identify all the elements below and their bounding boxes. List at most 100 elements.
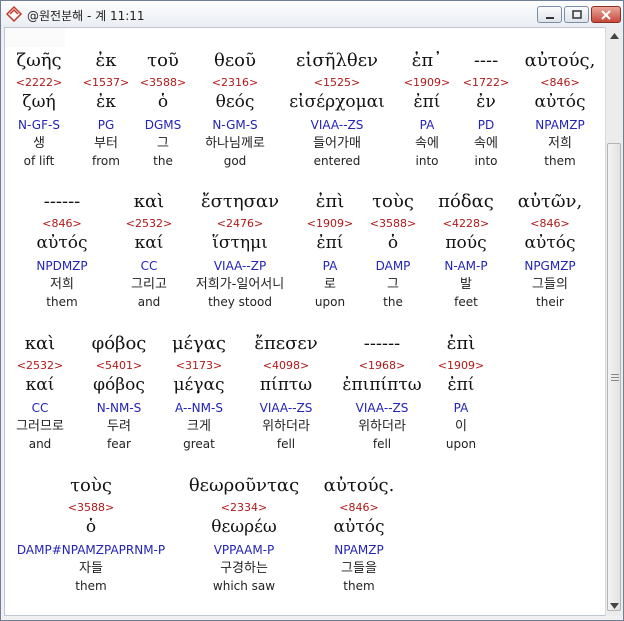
word-kor: 구경하는 <box>220 561 268 576</box>
word-eng: fell <box>276 437 296 451</box>
word-lemma: ζωή <box>22 92 56 112</box>
word-strong: <846> <box>42 217 82 230</box>
word-strong: <4228> <box>442 217 490 230</box>
word-parse: A--NM-S <box>175 401 223 415</box>
vertical-scrollbar[interactable] <box>605 27 623 616</box>
word-strong: <3588> <box>67 501 115 514</box>
scroll-down-button[interactable] <box>606 597 623 614</box>
word-greek[interactable]: μέγας <box>172 333 226 355</box>
word-kor: 들어가매 <box>313 136 361 151</box>
word-lemma: θεωρέω <box>211 517 277 537</box>
interlinear-view[interactable]: ζωῆς <2222> ζωή N-GF-S 생 of lift ἐκ <1537> ἐκ PG 부… <box>4 27 606 616</box>
word-parse: VPPAAM-P <box>213 543 275 557</box>
word-eng: upon <box>445 437 477 451</box>
word-strong: <846> <box>339 501 379 514</box>
word-greek[interactable]: καὶ <box>134 191 164 213</box>
word-greek[interactable]: ζωῆς <box>16 50 61 72</box>
word-lemma: ἐπί <box>316 233 344 253</box>
word-greek[interactable]: πόδας <box>438 191 494 213</box>
word-kor: 이 <box>455 419 467 434</box>
word-strong: <2476> <box>216 217 264 230</box>
word-lemma: καί <box>134 233 164 253</box>
word-strong: <4098> <box>262 359 310 372</box>
word-eng: which saw <box>212 579 276 593</box>
scroll-thumb[interactable] <box>607 143 621 611</box>
word-kor: 부터 <box>94 136 118 151</box>
word-greek[interactable]: θεωροῦντας <box>189 475 299 497</box>
word-greek[interactable]: ἐπ᾽ <box>412 50 443 72</box>
word-greek[interactable]: ------ <box>364 333 401 355</box>
word-greek[interactable]: αὐτούς. <box>324 475 395 497</box>
scroll-up-button[interactable] <box>606 27 623 44</box>
word-greek[interactable]: ἔπεσεν <box>254 333 317 355</box>
maximize-icon <box>571 9 582 19</box>
word-kor: 위하더라 <box>262 419 310 434</box>
word-parse: VIAA--ZS <box>310 118 364 132</box>
title-bar[interactable]: @원전분해 - 계 11:11 <box>1 1 623 29</box>
word-greek[interactable]: ἐπὶ <box>447 333 476 355</box>
corner-box <box>5 28 65 47</box>
word-greek[interactable]: τοὺς <box>70 475 112 497</box>
word-lemma: ἐπί <box>413 92 441 112</box>
word-lemma: ἐπί <box>447 375 475 395</box>
word-greek[interactable]: θεοῦ <box>214 50 256 72</box>
word-strong: <2532> <box>16 359 64 372</box>
word-lemma: ἐπιπίπτω <box>342 375 422 395</box>
word-greek[interactable]: ἔστησαν <box>201 191 279 213</box>
word-greek[interactable]: αὐτῶν, <box>518 191 582 213</box>
word-strong: <3173> <box>175 359 223 372</box>
word-eng: great <box>183 437 215 451</box>
word-strong: <3588> <box>139 76 187 89</box>
word-strong: <1909> <box>437 359 485 372</box>
word-parse: VIAA--ZS <box>355 401 409 415</box>
word-lemma: ἐκ <box>96 92 116 112</box>
word-parse: N-NM-S <box>96 401 142 415</box>
word-strong: <1909> <box>403 76 451 89</box>
word-eng: upon <box>314 295 346 309</box>
word-parse: N-GF-S <box>18 118 60 132</box>
word-parse: PA <box>419 118 435 132</box>
word-eng: and <box>28 437 52 451</box>
word-strong: <2222> <box>15 76 63 89</box>
word-kor: 발 <box>460 277 472 292</box>
minimize-button[interactable] <box>537 6 562 23</box>
word-eng: entered <box>313 154 361 168</box>
word-greek[interactable]: ἐκ <box>96 50 117 72</box>
word-strong: <1525> <box>313 76 361 89</box>
maximize-button[interactable] <box>564 6 589 23</box>
close-button[interactable] <box>591 6 621 23</box>
word-lemma: πίπτω <box>259 375 313 395</box>
word-lemma: ἐν <box>476 92 496 112</box>
word-lemma: εἰσέρχομαι <box>289 92 385 112</box>
word-kor: 자들 <box>79 561 103 576</box>
word-eng: from <box>92 154 120 168</box>
word-parse: PA <box>453 401 469 415</box>
word-parse: PD <box>477 118 495 132</box>
word-greek[interactable]: εἰσῆλθεν <box>296 50 378 72</box>
word-lemma: αὐτός <box>333 517 385 537</box>
app-icon <box>5 5 23 23</box>
word-eng: feet <box>454 295 478 309</box>
word-eng: the <box>383 295 403 309</box>
word-kor: 그러므로 <box>16 419 64 434</box>
word-greek[interactable]: ---- <box>474 50 498 72</box>
word-kor: 저희 <box>50 277 74 292</box>
word-strong: <1722> <box>462 76 510 89</box>
minimize-icon <box>545 16 554 19</box>
word-greek[interactable]: τοῦ <box>147 50 179 72</box>
word-lemma: ἵστημι <box>212 233 268 253</box>
word-parse: N-AM-P <box>444 259 488 273</box>
word-greek[interactable]: καὶ <box>25 333 55 355</box>
word-greek[interactable]: τοὺς <box>372 191 414 213</box>
word-greek[interactable]: φόβος <box>92 333 147 355</box>
word-greek[interactable]: ------ <box>44 191 81 213</box>
close-icon <box>601 9 611 20</box>
word-eng: them <box>46 295 78 309</box>
word-strong: <846> <box>540 76 580 89</box>
word-kor: 저희가-일어서니 <box>195 277 285 292</box>
word-eng: into <box>474 154 498 168</box>
word-greek[interactable]: ἐπὶ <box>316 191 345 213</box>
word-greek[interactable]: αὐτούς, <box>525 50 596 72</box>
word-parse: N-GM-S <box>212 118 258 132</box>
word-parse: NPAMZP <box>334 543 384 557</box>
